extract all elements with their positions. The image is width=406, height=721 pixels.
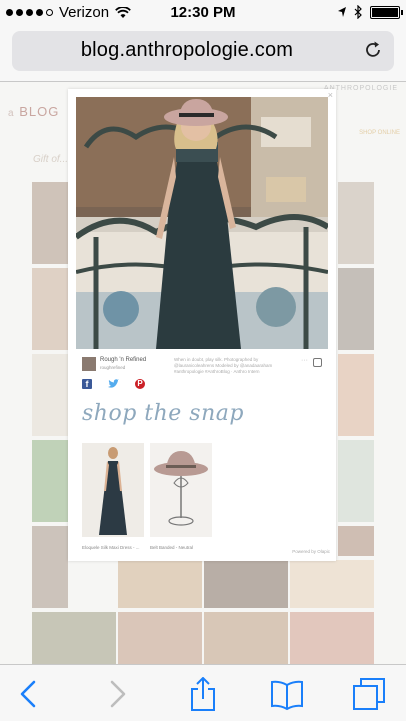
forward-icon[interactable]	[100, 677, 134, 711]
pinterest-icon[interactable]: P	[135, 379, 145, 389]
hero-photo[interactable]	[76, 97, 328, 349]
grid-photo[interactable]	[32, 526, 68, 608]
gift-line-text: Gift of...	[33, 154, 69, 165]
battery-icon	[370, 5, 403, 19]
social-share-row: f P	[82, 379, 145, 389]
product-label[interactable]: Belt Banded - Neutral	[150, 545, 212, 550]
back-icon[interactable]	[12, 677, 46, 711]
grid-photo[interactable]	[290, 612, 374, 664]
author-name[interactable]: Rough 'n Refined	[100, 357, 146, 363]
product-label[interactable]: Eloquele Silk Maxi Dress - ...	[82, 545, 144, 550]
grid-photo[interactable]	[32, 354, 68, 436]
bookmarks-icon[interactable]	[270, 677, 304, 711]
product-card[interactable]: Belt Banded - Neutral	[150, 443, 212, 550]
twitter-icon[interactable]	[108, 379, 119, 389]
url-text[interactable]: blog.anthropologie.com	[12, 39, 362, 62]
address-bar[interactable]: blog.anthropologie.com	[12, 31, 394, 71]
grid-photo[interactable]	[338, 440, 374, 522]
status-bar: Verizon 12:30 PM	[0, 0, 406, 26]
status-right	[337, 5, 403, 19]
grid-photo[interactable]	[32, 440, 68, 522]
product-card[interactable]: Eloquele Silk Maxi Dress - ...	[82, 443, 144, 550]
tabs-icon[interactable]	[352, 677, 386, 711]
close-icon[interactable]: ×	[328, 90, 333, 100]
product-image[interactable]	[82, 443, 144, 537]
powered-by-text[interactable]: Powered by Olapic	[292, 549, 330, 554]
instagram-icon[interactable]	[313, 358, 322, 367]
grid-photo[interactable]	[118, 612, 202, 664]
grid-photo[interactable]	[338, 268, 374, 350]
location-icon	[338, 7, 346, 17]
browser-address-area: blog.anthropologie.com	[0, 26, 406, 82]
grid-photo[interactable]	[204, 612, 288, 664]
share-icon[interactable]	[186, 677, 220, 711]
pin-icon[interactable]	[72, 99, 80, 107]
grid-photo[interactable]	[32, 612, 116, 664]
shop-the-snap-heading: shop the snap	[82, 401, 244, 426]
grid-photo[interactable]	[32, 268, 68, 350]
facebook-icon[interactable]: f	[82, 379, 92, 389]
more-icon[interactable]: ···	[301, 357, 308, 364]
photo-lightbox: × Rough 'n Refined roughrefined When in …	[68, 89, 336, 561]
grid-photo[interactable]	[338, 354, 374, 436]
reload-icon[interactable]	[362, 39, 384, 61]
photo-caption: When in doubt, play silk. Photographed b…	[174, 357, 273, 374]
bluetooth-icon	[354, 5, 362, 19]
grid-photo[interactable]	[204, 560, 288, 608]
browser-toolbar	[0, 664, 406, 721]
author-row: Rough 'n Refined roughrefined When in do…	[82, 357, 322, 379]
product-image[interactable]	[150, 443, 212, 537]
grid-photo[interactable]	[338, 182, 374, 264]
grid-photo[interactable]	[118, 560, 202, 608]
author-handle[interactable]: roughrefined	[100, 365, 125, 370]
blog-logo-text: BLOG	[19, 104, 60, 119]
grid-photo[interactable]	[290, 560, 374, 608]
blog-logo-prefix: a	[8, 108, 15, 119]
blog-logo[interactable]: a BLOG	[8, 104, 59, 119]
grid-photo[interactable]	[32, 182, 68, 264]
battery-fill	[372, 7, 398, 17]
shop-online-link[interactable]: SHOP ONLINE	[359, 130, 400, 136]
grid-photo[interactable]	[338, 526, 374, 556]
avatar[interactable]	[82, 357, 96, 371]
